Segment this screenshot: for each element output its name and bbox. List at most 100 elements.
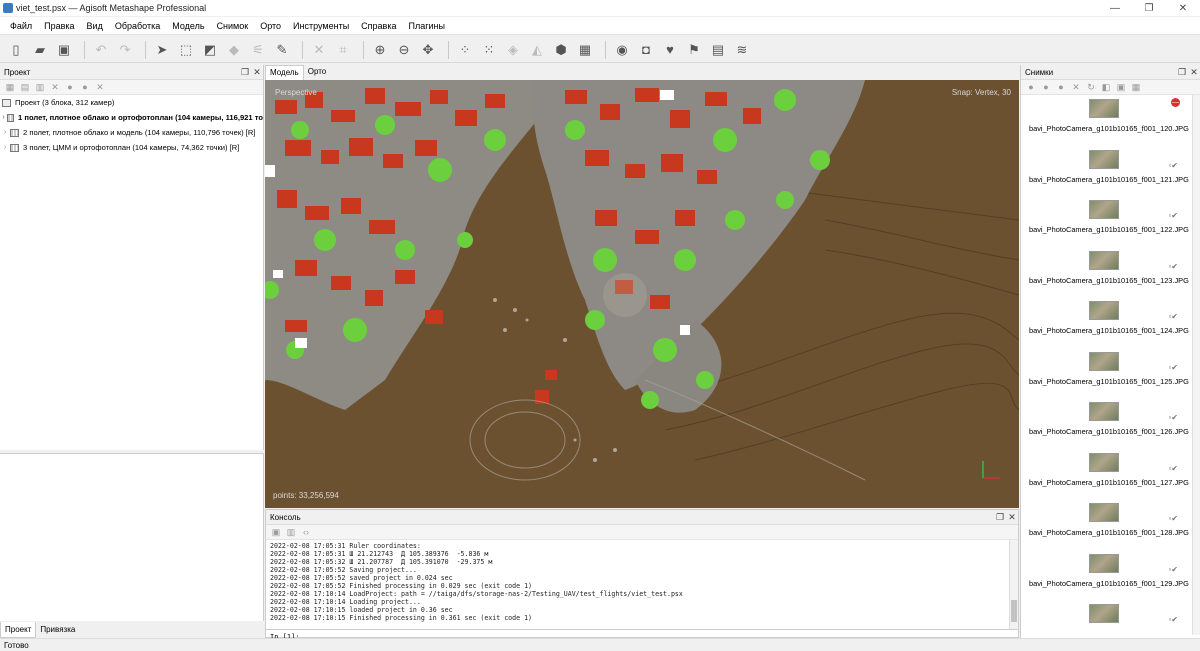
chunk-item[interactable]: › 1 полет, плотное облако и ортофотоплан… — [0, 110, 263, 125]
photos-scrollbar[interactable] — [1192, 95, 1200, 635]
menu-photo[interactable]: Снимок — [217, 21, 249, 31]
menu-edit[interactable]: Правка — [44, 21, 74, 31]
menu-help[interactable]: Справка — [361, 21, 396, 31]
close-panel-icon[interactable]: ✕ — [251, 67, 263, 78]
tab-ortho[interactable]: Орто — [304, 65, 331, 80]
model-viewport[interactable]: Perspective Snap: Vertex, 30 points: 33,… — [265, 80, 1019, 508]
globe-icon[interactable]: ◉ — [612, 40, 632, 60]
remove-camera-icon[interactable]: ● — [1025, 81, 1037, 93]
menu-model[interactable]: Модель — [172, 21, 204, 31]
chunk-item[interactable]: › 2 полет, плотное облако и модель (104 … — [0, 125, 263, 140]
zoom-in-icon[interactable]: ⊕ — [370, 40, 390, 60]
log-line: 2022-02-08 17:05:31 Ruler coordinates: — [270, 542, 421, 550]
photo-item[interactable]: ▫✔ — [1021, 600, 1200, 635]
free-form-icon[interactable]: ◆ — [224, 40, 244, 60]
open-folder-icon[interactable]: ▰ — [30, 40, 50, 60]
console-scrollbar[interactable] — [1009, 540, 1018, 629]
texture-icon[interactable]: ◭ — [527, 40, 547, 60]
add-chunk-icon[interactable]: ▦ — [4, 81, 16, 93]
menu-view[interactable]: Вид — [87, 21, 103, 31]
crop-icon[interactable]: ⌗ — [333, 40, 353, 60]
add-folder-icon[interactable]: ▥ — [34, 81, 46, 93]
float-icon[interactable]: ❐ — [994, 512, 1006, 523]
rotate-icon[interactable]: ↻ — [1085, 81, 1097, 93]
expand-icon[interactable]: › — [0, 144, 10, 151]
restore-button[interactable]: ❐ — [1132, 3, 1166, 14]
redo-icon[interactable]: ↷ — [115, 40, 135, 60]
enable-camera-icon[interactable]: ● — [1040, 81, 1052, 93]
navigation-icon[interactable]: ➤ — [152, 40, 172, 60]
disable-icon[interactable]: ● — [79, 81, 91, 93]
enable-icon[interactable]: ● — [64, 81, 76, 93]
clear-log-icon[interactable]: ▥ — [285, 526, 297, 538]
ortho-icon[interactable]: ▦ — [575, 40, 595, 60]
photo-item[interactable]: — bavi_PhotoCamera_g101b10165_f001_120.J… — [1021, 95, 1200, 146]
close-panel-icon[interactable]: ✕ — [1188, 67, 1200, 78]
undo-icon[interactable]: ↶ — [91, 40, 111, 60]
model-icon[interactable]: ◈ — [503, 40, 523, 60]
draw-polygon-icon[interactable]: ✎ — [272, 40, 292, 60]
expand-icon[interactable]: › — [0, 129, 10, 136]
save-log-icon[interactable]: ▣ — [270, 526, 282, 538]
dense-cloud-icon[interactable]: ⁘ — [455, 40, 475, 60]
photo-item[interactable]: ▫✔ bavi_PhotoCamera_g101b10165_f001_126.… — [1021, 398, 1200, 449]
photo-item[interactable]: ▫✔ bavi_PhotoCamera_g101b10165_f001_123.… — [1021, 247, 1200, 298]
scrollbar-thumb[interactable] — [1011, 600, 1017, 622]
log-line: 2022-02-08 17:05:52 Finished processing … — [270, 582, 533, 590]
tiled-icon[interactable]: ⬢ — [551, 40, 571, 60]
circle-select-icon[interactable]: ◩ — [200, 40, 220, 60]
console-header: Консоль ❐ ✕ — [266, 510, 1018, 525]
tab-model[interactable]: Модель — [265, 65, 304, 80]
photo-item[interactable]: ▫✔ bavi_PhotoCamera_g101b10165_f001_122.… — [1021, 196, 1200, 247]
menu-file[interactable]: Файл — [10, 21, 32, 31]
camera-icon[interactable]: ◘ — [636, 40, 656, 60]
tie-points-icon[interactable]: ⁙ — [479, 40, 499, 60]
project-root[interactable]: Проект (3 блока, 312 камер) — [0, 95, 263, 110]
remove-items-icon[interactable]: ✕ — [94, 81, 106, 93]
grid-view-icon[interactable]: ▦ — [1130, 81, 1142, 93]
console-log[interactable]: 2022-02-08 17:05:31 Ruler coordinates: 2… — [266, 540, 1018, 630]
shape-icon[interactable]: ♥ — [660, 40, 680, 60]
photo-item[interactable]: ▫✔ bavi_PhotoCamera_g101b10165_f001_125.… — [1021, 348, 1200, 399]
float-icon[interactable]: ❐ — [239, 67, 251, 78]
marker-icon[interactable]: ⚑ — [684, 40, 704, 60]
rect-select-icon[interactable]: ⬚ — [176, 40, 196, 60]
project-toolbar: ▦ ▤ ▥ ✕ ● ● ✕ — [0, 80, 263, 95]
remove-icon[interactable]: ✕ — [49, 81, 61, 93]
menu-plugins[interactable]: Плагины — [408, 21, 444, 31]
python-toggle-icon[interactable]: ‹› — [300, 526, 312, 538]
photo-name: bavi_PhotoCamera_g101b10165_f001_128.JPG — [1029, 528, 1189, 537]
menu-tools[interactable]: Инструменты — [293, 21, 349, 31]
save-icon[interactable]: ▣ — [54, 40, 74, 60]
chunk-icon — [7, 113, 15, 122]
move-icon[interactable]: ✥ — [418, 40, 438, 60]
photo-item[interactable]: ▫✔ bavi_PhotoCamera_g101b10165_f001_128.… — [1021, 499, 1200, 550]
menu-workflow[interactable]: Обработка — [115, 21, 160, 31]
expand-icon[interactable]: › — [0, 114, 7, 121]
close-button[interactable]: ✕ — [1166, 3, 1200, 14]
float-icon[interactable]: ❐ — [1176, 67, 1188, 78]
tab-reference[interactable]: Привязка — [36, 622, 79, 638]
region-icon[interactable]: ▤ — [708, 40, 728, 60]
tab-project[interactable]: Проект — [0, 622, 37, 638]
add-photos-icon[interactable]: ▤ — [19, 81, 31, 93]
photo-item[interactable]: ▫✔ bavi_PhotoCamera_g101b10165_f001_127.… — [1021, 449, 1200, 500]
menu-ortho[interactable]: Орто — [260, 21, 281, 31]
zoom-out-icon[interactable]: ⊖ — [394, 40, 414, 60]
chunk-item[interactable]: › 3 полет, ЦММ и ортофотоплан (104 камер… — [0, 140, 263, 155]
photo-item[interactable]: ▫✔ bavi_PhotoCamera_g101b10165_f001_129.… — [1021, 550, 1200, 601]
layers-icon[interactable]: ≋ — [732, 40, 752, 60]
photo-item[interactable]: ▫✔ bavi_PhotoCamera_g101b10165_f001_124.… — [1021, 297, 1200, 348]
photo-item[interactable]: ▫✔ bavi_PhotoCamera_g101b10165_f001_121.… — [1021, 146, 1200, 197]
close-panel-icon[interactable]: ✕ — [1006, 512, 1018, 523]
chunk-label: 3 полет, ЦММ и ортофотоплан (104 камеры,… — [23, 143, 240, 152]
filter-icon[interactable]: ◧ — [1100, 81, 1112, 93]
new-file-icon[interactable]: ▯ — [6, 40, 26, 60]
minimize-button[interactable]: — — [1098, 3, 1132, 14]
status-bar: Готово — [0, 638, 1200, 651]
delete-icon[interactable]: ✕ — [309, 40, 329, 60]
disable-camera-icon[interactable]: ● — [1055, 81, 1067, 93]
ruler-icon[interactable]: ⚟ — [248, 40, 268, 60]
reset-icon[interactable]: ✕ — [1070, 81, 1082, 93]
view-icon[interactable]: ▣ — [1115, 81, 1127, 93]
